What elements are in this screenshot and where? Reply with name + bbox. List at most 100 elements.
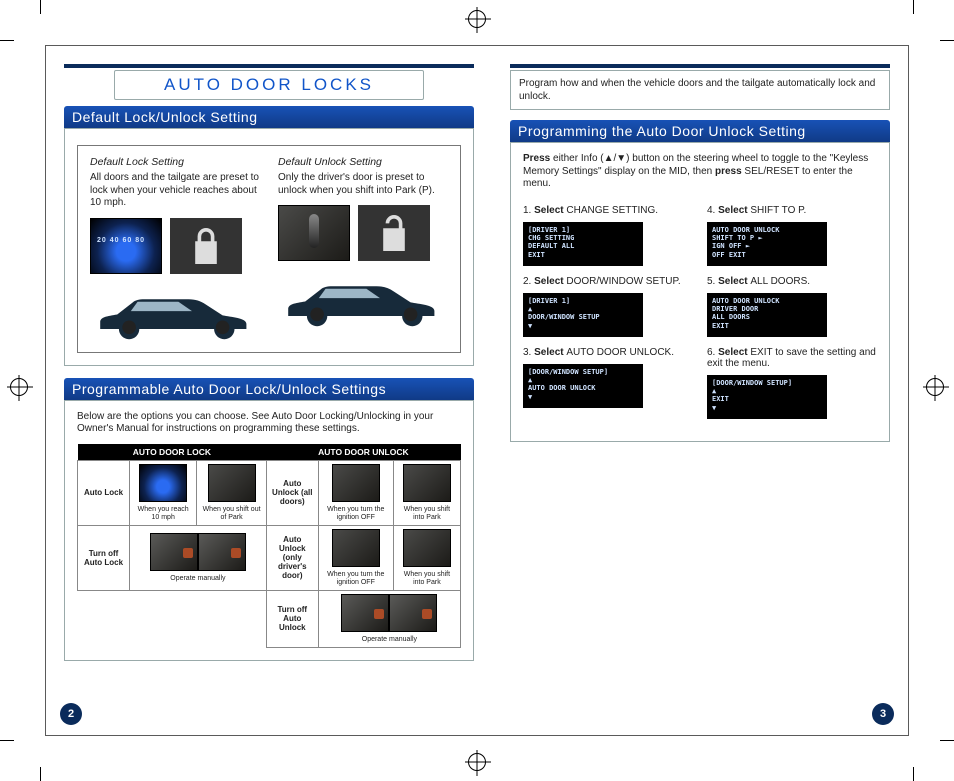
bold: Select [718,276,750,287]
door-lock-icon [341,594,389,632]
lead-text: Press either Info (▲/▼) button on the st… [523,153,877,191]
default-unlock-text: Only the driver's door is preset to unlo… [278,172,448,197]
top-rule [64,64,474,68]
step-5: 5. Select ALL DOORS. [707,276,877,287]
bold: Select [534,347,566,358]
cell: Operate manually [130,525,267,590]
step-text: CHANGE SETTING. [566,205,658,216]
cell-label: Auto Lock [78,460,130,525]
options-table: AUTO DOOR LOCK AUTO DOOR UNLOCK Auto Loc… [77,444,461,648]
bold: Press [523,153,550,164]
intro-box: Program how and when the vehicle doors a… [510,70,890,110]
cell-label: Auto Unlock (only driver's door) [266,525,318,590]
section-head-default: Default Lock/Unlock Setting [64,106,474,128]
step-3: 3. Select AUTO DOOR UNLOCK. [523,347,693,358]
page-number-left: 2 [60,703,82,725]
mid-display: [DRIVER 1] CHG SETTING DEFAULT ALL EXIT [523,222,643,266]
gear-shifter-icon [278,205,350,261]
page-spread: AUTO DOOR LOCKS Default Lock/Unlock Sett… [45,45,909,736]
default-lock-heading: Default Lock Setting [90,156,260,168]
cell: When you reach 10 mph [130,460,197,525]
step-num: 6. [707,347,718,358]
page-number-right: 3 [872,703,894,725]
caption: When you shift into Park [398,504,456,522]
vehicle-image [278,271,448,327]
step-1: 1. Select CHANGE SETTING. [523,205,693,216]
step-num: 4. [707,205,718,216]
door-lock-icon [389,594,437,632]
default-unlock-heading: Default Unlock Setting [278,156,448,168]
section-head-programming: Programming the Auto Door Unlock Setting [510,120,890,142]
bold: press [715,166,742,177]
caption: When you shift out of Park [201,504,261,522]
cell: When you turn the ignition OFF [318,460,393,525]
inner-box: Default Lock Setting All doors and the t… [77,145,461,353]
caption: Operate manually [323,634,456,644]
cell-label: Auto Unlock (all doors) [266,460,318,525]
mid-display: [DOOR/WINDOW SETUP] ▲ EXIT ▼ [707,375,827,419]
gear-shifter-icon [403,529,451,567]
left-page: AUTO DOOR LOCKS Default Lock/Unlock Sett… [46,46,492,735]
cell: When you shift into Park [393,460,460,525]
step-text: DOOR/WINDOW SETUP. [566,276,680,287]
bold: Select [534,205,566,216]
right-page: Program how and when the vehicle doors a… [492,46,908,735]
cell: When you turn the ignition OFF [318,525,393,590]
steps-col-right: 4. Select SHIFT TO P. AUTO DOOR UNLOCK S… [707,199,877,429]
cell: When you shift into Park [393,525,460,590]
cell-label: Turn off Auto Lock [78,525,130,590]
table-row: Turn off Auto Unlock Operate manually [78,590,461,647]
mid-display: AUTO DOOR UNLOCK SHIFT TO P ► IGN OFF ► … [707,222,827,266]
steps-col-left: 1. Select CHANGE SETTING. [DRIVER 1] CHG… [523,199,693,429]
step-num: 2. [523,276,534,287]
bold: Select [534,276,566,287]
ignition-icon [332,464,380,502]
step-num: 5. [707,276,718,287]
caption: When you turn the ignition OFF [323,504,389,522]
cell: When you shift out of Park [197,460,266,525]
ignition-icon [332,529,380,567]
default-lock-text: All doors and the tailgate are preset to… [90,172,260,210]
mid-display: [DRIVER 1] ▲ DOOR/WINDOW SETUP ▼ [523,293,643,337]
default-settings-box: Default Lock Setting All doors and the t… [64,128,474,366]
cell: Operate manually [318,590,460,647]
vehicle-image [90,284,260,340]
speedometer-icon [90,218,162,274]
door-lock-icon [198,533,246,571]
step-2: 2. Select DOOR/WINDOW SETUP. [523,276,693,287]
caption: When you shift into Park [398,569,456,587]
step-num: 1. [523,205,534,216]
bold: Select [718,205,750,216]
th-auto-unlock: AUTO DOOR UNLOCK [266,444,460,461]
locked-icon [170,218,242,274]
programmable-intro: Below are the options you can choose. Se… [77,411,461,436]
default-lock-col: Default Lock Setting All doors and the t… [90,156,260,340]
door-lock-icon [150,533,198,571]
step-num: 3. [523,347,534,358]
cell-label: Turn off Auto Unlock [266,590,318,647]
mid-display: [DOOR/WINDOW SETUP] ▲ AUTO DOOR UNLOCK ▼ [523,364,643,408]
step-6: 6. Select EXIT to save the setting and e… [707,347,877,369]
th-auto-lock: AUTO DOOR LOCK [78,444,267,461]
speedometer-icon [139,464,187,502]
top-rule [510,64,890,68]
caption: Operate manually [134,573,262,583]
unlocked-icon [358,205,430,261]
table-row: Auto Lock When you reach 10 mph When you… [78,460,461,525]
programmable-box: Below are the options you can choose. Se… [64,400,474,661]
caption: When you turn the ignition OFF [323,569,389,587]
step-text: SHIFT TO P. [750,205,806,216]
gear-shifter-icon [403,464,451,502]
gear-shifter-icon [208,464,256,502]
section-head-programmable: Programmable Auto Door Lock/Unlock Setti… [64,378,474,400]
programming-box: Press either Info (▲/▼) button on the st… [510,142,890,442]
mid-display: AUTO DOOR UNLOCK DRIVER DOOR ALL DOORS E… [707,293,827,337]
table-row: Turn off Auto Lock Operate manually Auto… [78,525,461,590]
page-title: AUTO DOOR LOCKS [114,70,424,100]
bold: Select [718,347,750,358]
default-unlock-col: Default Unlock Setting Only the driver's… [278,156,448,340]
step-text: ALL DOORS. [750,276,810,287]
caption: When you reach 10 mph [134,504,192,522]
step-text: AUTO DOOR UNLOCK. [566,347,674,358]
step-4: 4. Select SHIFT TO P. [707,205,877,216]
